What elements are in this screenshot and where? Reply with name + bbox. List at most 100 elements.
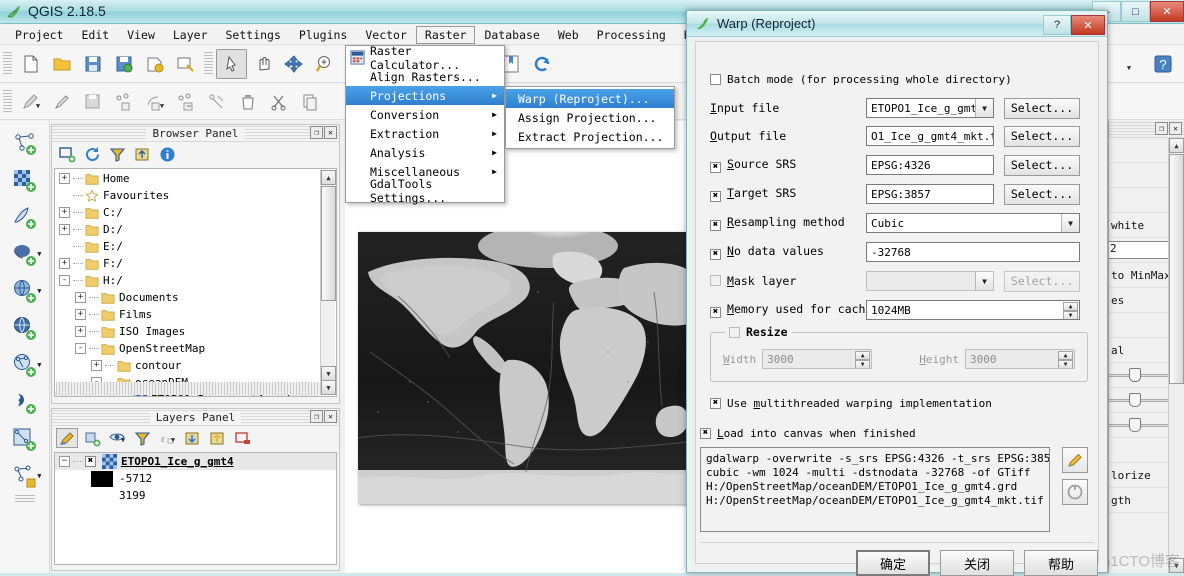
layers-tree[interactable]: − ETOPO1_Ice_g_gmt4 -5712 3199 (54, 452, 337, 565)
chevron-down-icon[interactable]: ▼ (975, 99, 993, 117)
spin-down-button[interactable]: ▼ (855, 360, 871, 368)
spin-down-button[interactable]: ▼ (1063, 311, 1078, 319)
toolbar-grip-3[interactable] (3, 89, 12, 114)
menu-plugins[interactable]: Plugins (290, 26, 356, 44)
target-srs-select-button[interactable]: Select... (1004, 183, 1080, 205)
menu-web[interactable]: Web (549, 26, 588, 44)
add-delimited-text-layer-button[interactable] (8, 384, 42, 421)
projections-submenu[interactable]: Warp (Reproject)... Assign Projection...… (505, 86, 675, 149)
menu-view[interactable]: View (118, 26, 164, 44)
layer-row[interactable]: − ETOPO1_Ice_g_gmt4 (55, 453, 336, 470)
edit-command-button[interactable] (1062, 447, 1088, 473)
resampling-method-combo[interactable]: Cubic ▼ (866, 213, 1080, 233)
expand-all-icon[interactable] (181, 428, 203, 448)
remove-layer-icon[interactable] (231, 428, 253, 448)
menu-raster-calculator[interactable]: Raster Calculator... (346, 44, 504, 72)
save-project-as-button[interactable] (108, 49, 139, 79)
memory-cache-spinbox[interactable]: 1024MB ▲ ▼ (866, 300, 1080, 320)
tree-expander[interactable]: + (75, 292, 86, 303)
spin-up-button[interactable]: ▲ (1058, 351, 1073, 360)
copy-features-button[interactable] (294, 87, 325, 117)
toolbar-grip-4[interactable] (14, 495, 35, 503)
dock-close-button[interactable]: ✕ (1169, 122, 1182, 135)
close-button[interactable]: ✕ (1150, 1, 1184, 22)
input-file-select-button[interactable]: Select... (1004, 97, 1080, 119)
browser-tree-item[interactable]: + D:/ (55, 221, 319, 238)
dialog-close-button[interactable]: 关闭 (940, 550, 1014, 576)
spin-up-button[interactable]: ▲ (1063, 302, 1078, 311)
toolbar-overflow-button[interactable]: ▼ (1116, 49, 1147, 79)
mask-layer-select-button[interactable]: Select... (1004, 270, 1080, 292)
menu-align-rasters[interactable]: Align Rasters... (346, 67, 504, 86)
source-srs-input[interactable]: EPSG:4326 (866, 155, 994, 175)
menu-vector[interactable]: Vector (356, 26, 416, 44)
browser-tree-item[interactable]: - OpenStreetMap (55, 340, 319, 357)
add-vector-layer-button[interactable] (8, 125, 42, 162)
save-layer-edits-button[interactable] (77, 87, 108, 117)
add-wms-layer-button[interactable]: ▼ (8, 273, 42, 310)
memory-cache-checkbox[interactable] (710, 307, 721, 318)
add-selected-layers-icon[interactable] (56, 144, 78, 164)
toolbar-grip[interactable] (3, 52, 12, 76)
output-file-select-button[interactable]: Select... (1004, 125, 1080, 147)
refresh-icon[interactable] (81, 144, 103, 164)
menu-database[interactable]: Database (475, 26, 548, 44)
height-spin-buttons[interactable]: ▲ ▼ (1058, 351, 1073, 368)
menu-extraction[interactable]: Extraction ▶ (346, 124, 504, 143)
filter-icon[interactable] (106, 144, 128, 164)
new-project-button[interactable] (15, 49, 46, 79)
current-edits-button[interactable]: ▼ (15, 87, 46, 117)
layer-visibility-checkbox[interactable] (85, 456, 96, 467)
maximize-button[interactable]: □ (1121, 1, 1150, 22)
browser-tree[interactable]: + Home Favourites + C:/ + D:/ E:/ + F:/ - H:/ + Docum… (54, 168, 337, 397)
menu-edit[interactable]: Edit (72, 26, 118, 44)
add-feature-button[interactable] (108, 87, 139, 117)
cut-features-button[interactable] (263, 87, 294, 117)
mask-layer-checkbox[interactable] (710, 275, 721, 286)
properties-slider[interactable] (1109, 368, 1175, 382)
output-file-input[interactable]: O1_Ice_g_gmt4_mkt.tif (866, 126, 994, 146)
reload-command-button[interactable] (1062, 479, 1088, 505)
browser-tree-item[interactable]: + contour (55, 357, 319, 374)
spin-down-button[interactable]: ▼ (1058, 360, 1073, 368)
chevron-down-icon-2[interactable]: ▼ (37, 287, 41, 295)
tree-expander[interactable]: + (59, 258, 70, 269)
collapse-all-icon[interactable] (131, 144, 153, 164)
add-raster-layer-button[interactable] (8, 162, 42, 199)
browser-tree-item[interactable]: + F:/ (55, 255, 319, 272)
browser-scroll-down-button-2[interactable]: ▼ (321, 380, 336, 395)
tree-expander[interactable]: + (59, 173, 70, 184)
move-feature-button[interactable] (170, 87, 201, 117)
browser-tree-item[interactable]: + Home (55, 170, 319, 187)
width-spinbox[interactable]: 3000 ▲ ▼ (762, 349, 873, 369)
memory-cache-spin-buttons[interactable]: ▲ ▼ (1063, 302, 1078, 319)
browser-scroll-thumb[interactable] (321, 186, 336, 301)
expression-filter-icon[interactable]: ε ▼ (156, 428, 178, 448)
menu-project[interactable]: Project (6, 26, 72, 44)
menu-conversion[interactable]: Conversion ▶ (346, 105, 504, 124)
browser-scroll-up-button[interactable]: ▲ (321, 170, 336, 185)
add-spatialite-layer-button[interactable] (8, 199, 42, 236)
manage-visibility-icon[interactable]: ▼ (106, 428, 128, 448)
properties-scrollbar[interactable]: ▲ ▼ (1168, 138, 1184, 573)
pan-map-button[interactable] (247, 49, 278, 79)
tree-expander[interactable]: + (59, 207, 70, 218)
ok-button[interactable]: 确定 (856, 550, 930, 576)
resampling-method-checkbox[interactable] (710, 220, 721, 231)
browser-close-button[interactable]: ✕ (324, 126, 337, 139)
scroll-up-button[interactable]: ▲ (1169, 138, 1184, 153)
source-srs-select-button[interactable]: Select... (1004, 154, 1080, 176)
mask-layer-combo[interactable]: ▼ (866, 271, 994, 291)
node-tool-button[interactable] (201, 87, 232, 117)
chevron-down-icon[interactable]: ▼ (1061, 214, 1079, 232)
target-srs-input[interactable]: EPSG:3857 (866, 184, 994, 204)
load-canvas-checkbox[interactable] (700, 427, 711, 439)
delete-selected-button[interactable] (232, 87, 263, 117)
layers-undock-button[interactable]: ❐ (310, 410, 323, 423)
browser-hscrollbar[interactable] (56, 382, 320, 395)
scroll-thumb[interactable] (1169, 154, 1184, 384)
tree-expander[interactable]: + (75, 309, 86, 320)
toggle-editing-button[interactable] (46, 87, 77, 117)
properties-field[interactable]: 2 (1109, 241, 1169, 259)
menu-settings[interactable]: Settings (217, 26, 290, 44)
